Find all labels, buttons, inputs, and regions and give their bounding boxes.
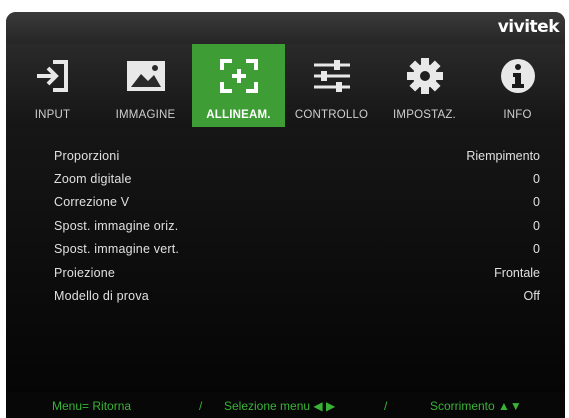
menu-item-value: 0 [533,195,540,209]
tab-label: CONTROLLO [294,109,369,121]
tab-label: IMPOSTAZ. [393,109,456,121]
gear-icon [378,54,471,98]
menu-item-value: 0 [533,172,540,186]
menu-item-label: Spost. immagine oriz. [54,219,179,233]
footer-hints: Menu= Ritorna / Selezione menu ◀ ▶ / Sco… [6,392,565,418]
separator: / [384,399,388,413]
menu-item-label: Spost. immagine vert. [54,242,180,256]
menu-item-value: Riempimento [466,149,540,163]
brand-logo: vivitek [497,17,560,37]
menu-item-label: Proporzioni [54,149,120,163]
menu-item-label: Proiezione [54,266,116,280]
info-icon [471,54,564,98]
tab-immagine[interactable]: IMMAGINE [99,44,192,127]
menu-item-proporzioni[interactable]: Proporzioni Riempimento [6,149,565,170]
tab-input[interactable]: INPUT [6,44,99,127]
scroll-hint: Scorrimento ▲▼ [430,399,522,413]
tab-impostaz[interactable]: IMPOSTAZ. [378,44,471,127]
menu-item-value: 0 [533,219,540,233]
osd-menu: vivitek INPUT IMMAGINE ALLINEAM. CONTROL… [6,12,565,418]
tab-bar: INPUT IMMAGINE ALLINEAM. CONTROLLO IMPOS… [6,44,565,127]
menu-item-value: Frontale [494,266,540,280]
menu-item-value: Off [523,289,540,303]
tab-label: ALLINEAM. [206,109,271,121]
menu-item-proiezione[interactable]: Proiezione Frontale [6,266,565,287]
tab-label: IMMAGINE [115,109,176,121]
menu-item-label: Modello di prova [54,289,149,303]
menu-item-zoom-digitale[interactable]: Zoom digitale 0 [6,172,565,193]
alignment-icon [192,54,285,98]
picture-icon [99,54,192,98]
menu-item-value: 0 [533,242,540,256]
menu-item-modello-prova[interactable]: Modello di prova Off [6,289,565,310]
menu-hint: Menu= Ritorna [52,399,132,413]
menu-item-label: Zoom digitale [54,172,132,186]
sliders-icon [285,54,378,98]
menu-item-correzione-v[interactable]: Correzione V 0 [6,195,565,216]
input-icon [6,54,99,98]
tab-allineam[interactable]: ALLINEAM. [192,44,285,127]
menu-item-spost-oriz[interactable]: Spost. immagine oriz. 0 [6,219,565,240]
tab-info[interactable]: INFO [471,44,564,127]
menu-list: Proporzioni Riempimento Zoom digitale 0 … [6,127,565,392]
menu-item-label: Correzione V [54,195,130,209]
select-hint: Selezione menu ◀ ▶ [224,399,336,413]
tab-controllo[interactable]: CONTROLLO [285,44,378,127]
menu-item-spost-vert[interactable]: Spost. immagine vert. 0 [6,242,565,263]
tab-label: INPUT [34,109,71,121]
separator: / [199,399,203,413]
title-bar: vivitek [6,12,565,44]
tab-label: INFO [503,109,532,121]
